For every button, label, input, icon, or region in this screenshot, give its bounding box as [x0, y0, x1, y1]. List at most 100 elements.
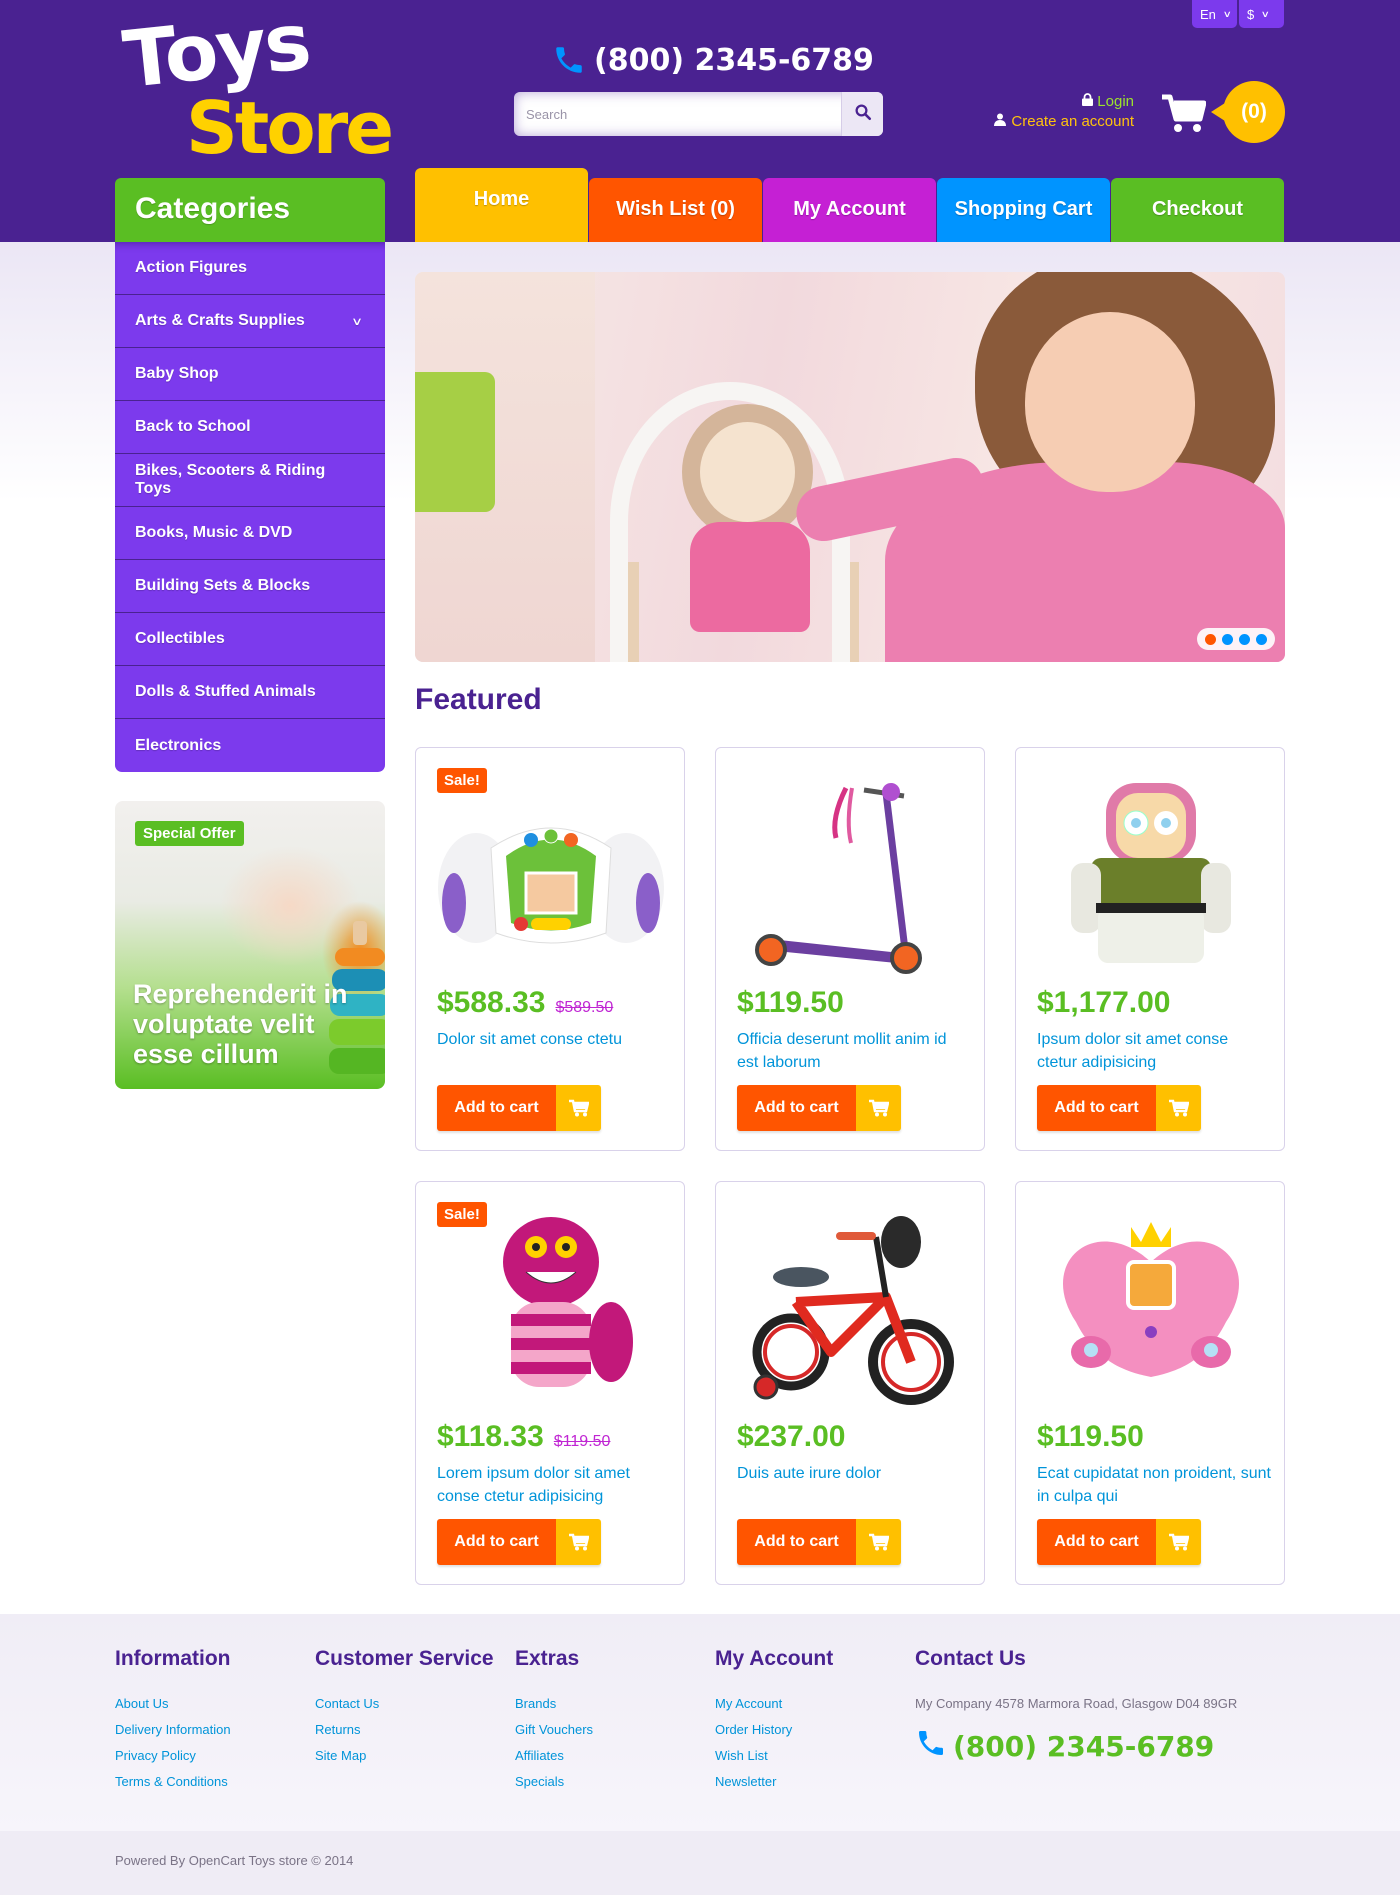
footer-link[interactable]: Brands [515, 1691, 593, 1717]
product-name-link[interactable]: Officia deserunt mollit anim id est labo… [737, 1028, 972, 1074]
product-name-link[interactable]: Ipsum dolor sit amet conse ctetur adipis… [1037, 1028, 1272, 1074]
product-name-link[interactable]: Dolor sit amet conse ctetu [437, 1028, 672, 1051]
footer-link[interactable]: Privacy Policy [115, 1743, 231, 1769]
search-icon [854, 103, 872, 126]
category-label: Books, Music & DVD [135, 524, 293, 541]
slider-dot[interactable] [1222, 633, 1233, 645]
footer-link[interactable]: About Us [115, 1691, 231, 1717]
nav-tab-wish-list[interactable]: Wish List (0) [589, 178, 762, 242]
special-offer-banner[interactable]: Special Offer Reprehenderit in voluptate… [115, 801, 385, 1089]
category-item-building-sets[interactable]: Building Sets & Blocks [115, 560, 385, 613]
add-to-cart-button[interactable]: Add to cart [737, 1519, 901, 1565]
footer-phone-number: (800) 2345-6789 [953, 1730, 1215, 1763]
slider-dot[interactable] [1205, 633, 1216, 645]
footer-link[interactable]: Site Map [315, 1743, 494, 1769]
product-name-link[interactable]: Ecat cupidatat non proident, sunt in cul… [1037, 1462, 1272, 1508]
create-account-link[interactable]: Create an account [994, 112, 1134, 132]
login-link[interactable]: Login [1082, 92, 1134, 112]
footer-heading: My Account [715, 1647, 834, 1670]
footer-link[interactable]: Wish List [715, 1743, 833, 1769]
category-item-collectibles[interactable]: Collectibles [115, 613, 385, 666]
currency-dropdown[interactable]: $ ∨ [1239, 0, 1284, 28]
store-logo[interactable]: Toys Store [118, 0, 394, 172]
add-to-cart-button[interactable]: Add to cart [437, 1085, 601, 1131]
footer-link[interactable]: Terms & Conditions [115, 1769, 231, 1795]
category-list: Action Figures Arts & Crafts Supplies ∨ B… [115, 242, 385, 772]
price-current: $588.33 [437, 986, 546, 1019]
cart-count-badge[interactable]: (0) [1211, 81, 1285, 143]
product-image-kids-camera[interactable] [436, 768, 666, 978]
footer-heading: Contact Us [915, 1647, 1026, 1670]
product-image-kids-bike[interactable] [736, 1202, 966, 1412]
footer-column-information: Information About Us Delivery Informatio… [115, 1647, 231, 1795]
footer-column-contact: Contact Us My Company 4578 Marmora Road,… [915, 1647, 1237, 1766]
sale-badge: Sale! [437, 768, 487, 793]
hero-slider[interactable] [415, 272, 1285, 662]
price-current: $118.33 [437, 1420, 544, 1453]
product-image-scooter[interactable] [736, 768, 966, 978]
search-bar [514, 92, 883, 136]
category-item-books-music[interactable]: Books, Music & DVD [115, 507, 385, 560]
nav-tab-checkout[interactable]: Checkout [1111, 178, 1284, 242]
product-name-link[interactable]: Duis aute irure dolor [737, 1462, 972, 1485]
category-label: Baby Shop [135, 365, 219, 382]
category-item-electronics[interactable]: Electronics [115, 719, 385, 772]
slider-pagination [1197, 628, 1275, 650]
cart-icon [856, 1519, 901, 1565]
product-image-plush-astronaut[interactable] [1036, 768, 1266, 978]
chevron-down-icon: ∨ [1260, 8, 1271, 19]
add-to-cart-button[interactable]: Add to cart [437, 1519, 601, 1565]
price-old: $119.50 [553, 1433, 611, 1450]
footer-link[interactable]: Specials [515, 1769, 593, 1795]
category-label: Dolls & Stuffed Animals [135, 683, 316, 700]
add-to-cart-button[interactable]: Add to cart [1037, 1085, 1201, 1131]
footer-link[interactable]: Affiliates [515, 1743, 593, 1769]
company-address: My Company 4578 Marmora Road, Glasgow D0… [915, 1696, 1238, 1711]
login-label: Login [1097, 93, 1134, 110]
footer-link[interactable]: My Account [715, 1691, 833, 1717]
add-to-cart-label: Add to cart [1037, 1085, 1156, 1131]
category-item-arts-crafts[interactable]: Arts & Crafts Supplies ∨ [115, 295, 385, 348]
product-card: $1,177.00 Ipsum dolor sit amet conse cte… [1015, 747, 1285, 1151]
language-dropdown[interactable]: En ∨ [1192, 0, 1237, 28]
category-item-baby-shop[interactable]: Baby Shop [115, 348, 385, 401]
cart-icon-button[interactable] [1162, 94, 1207, 139]
product-price: $588.33 $589.50 [437, 986, 613, 1020]
category-item-action-figures[interactable]: Action Figures [115, 242, 385, 295]
footer-link[interactable]: Delivery Information [115, 1717, 231, 1743]
nav-tab-home[interactable]: Home [415, 168, 588, 242]
footer-link[interactable]: Contact Us [315, 1691, 494, 1717]
search-button[interactable] [841, 92, 883, 136]
category-label: Action Figures [135, 259, 248, 276]
cart-icon [1156, 1085, 1201, 1131]
shopping-cart-icon [1162, 94, 1207, 138]
account-links: Login Create an account [994, 92, 1134, 132]
nav-tab-shopping-cart[interactable]: Shopping Cart [937, 178, 1110, 242]
nav-tab-my-account[interactable]: My Account [763, 178, 936, 242]
header-phone-number: (800) 2345-6789 [594, 42, 874, 78]
product-price: $237.00 [737, 1420, 845, 1454]
footer-link[interactable]: Gift Vouchers [515, 1717, 593, 1743]
footer-phone: (800) 2345-6789 [915, 1727, 1237, 1766]
chevron-down-icon[interactable]: ∨ [351, 315, 363, 328]
category-item-back-to-school[interactable]: Back to School [115, 401, 385, 454]
slider-dot[interactable] [1256, 633, 1267, 645]
footer-link[interactable]: Newsletter [715, 1769, 833, 1795]
create-account-label: Create an account [1011, 113, 1134, 130]
category-item-bikes-scooters[interactable]: Bikes, Scooters & Riding Toys [115, 454, 385, 507]
category-item-dolls-stuffed[interactable]: Dolls & Stuffed Animals [115, 666, 385, 719]
product-image-princess-toy[interactable] [1036, 1202, 1266, 1412]
footer-link[interactable]: Returns [315, 1717, 494, 1743]
slider-dot[interactable] [1239, 633, 1250, 645]
search-input[interactable] [514, 92, 841, 136]
add-to-cart-button[interactable]: Add to cart [737, 1085, 901, 1131]
product-image-plush-cat[interactable] [436, 1202, 666, 1412]
price-current: $237.00 [737, 1420, 846, 1453]
header-phone: (800) 2345-6789 [552, 38, 874, 82]
product-name-link[interactable]: Lorem ipsum dolor sit amet conse ctetur … [437, 1462, 672, 1508]
add-to-cart-button[interactable]: Add to cart [1037, 1519, 1201, 1565]
add-to-cart-label: Add to cart [737, 1085, 856, 1131]
footer-link[interactable]: Order History [715, 1717, 833, 1743]
featured-heading: Featured [415, 683, 542, 716]
categories-panel: Categories Action Figures Arts & Crafts … [115, 178, 385, 772]
